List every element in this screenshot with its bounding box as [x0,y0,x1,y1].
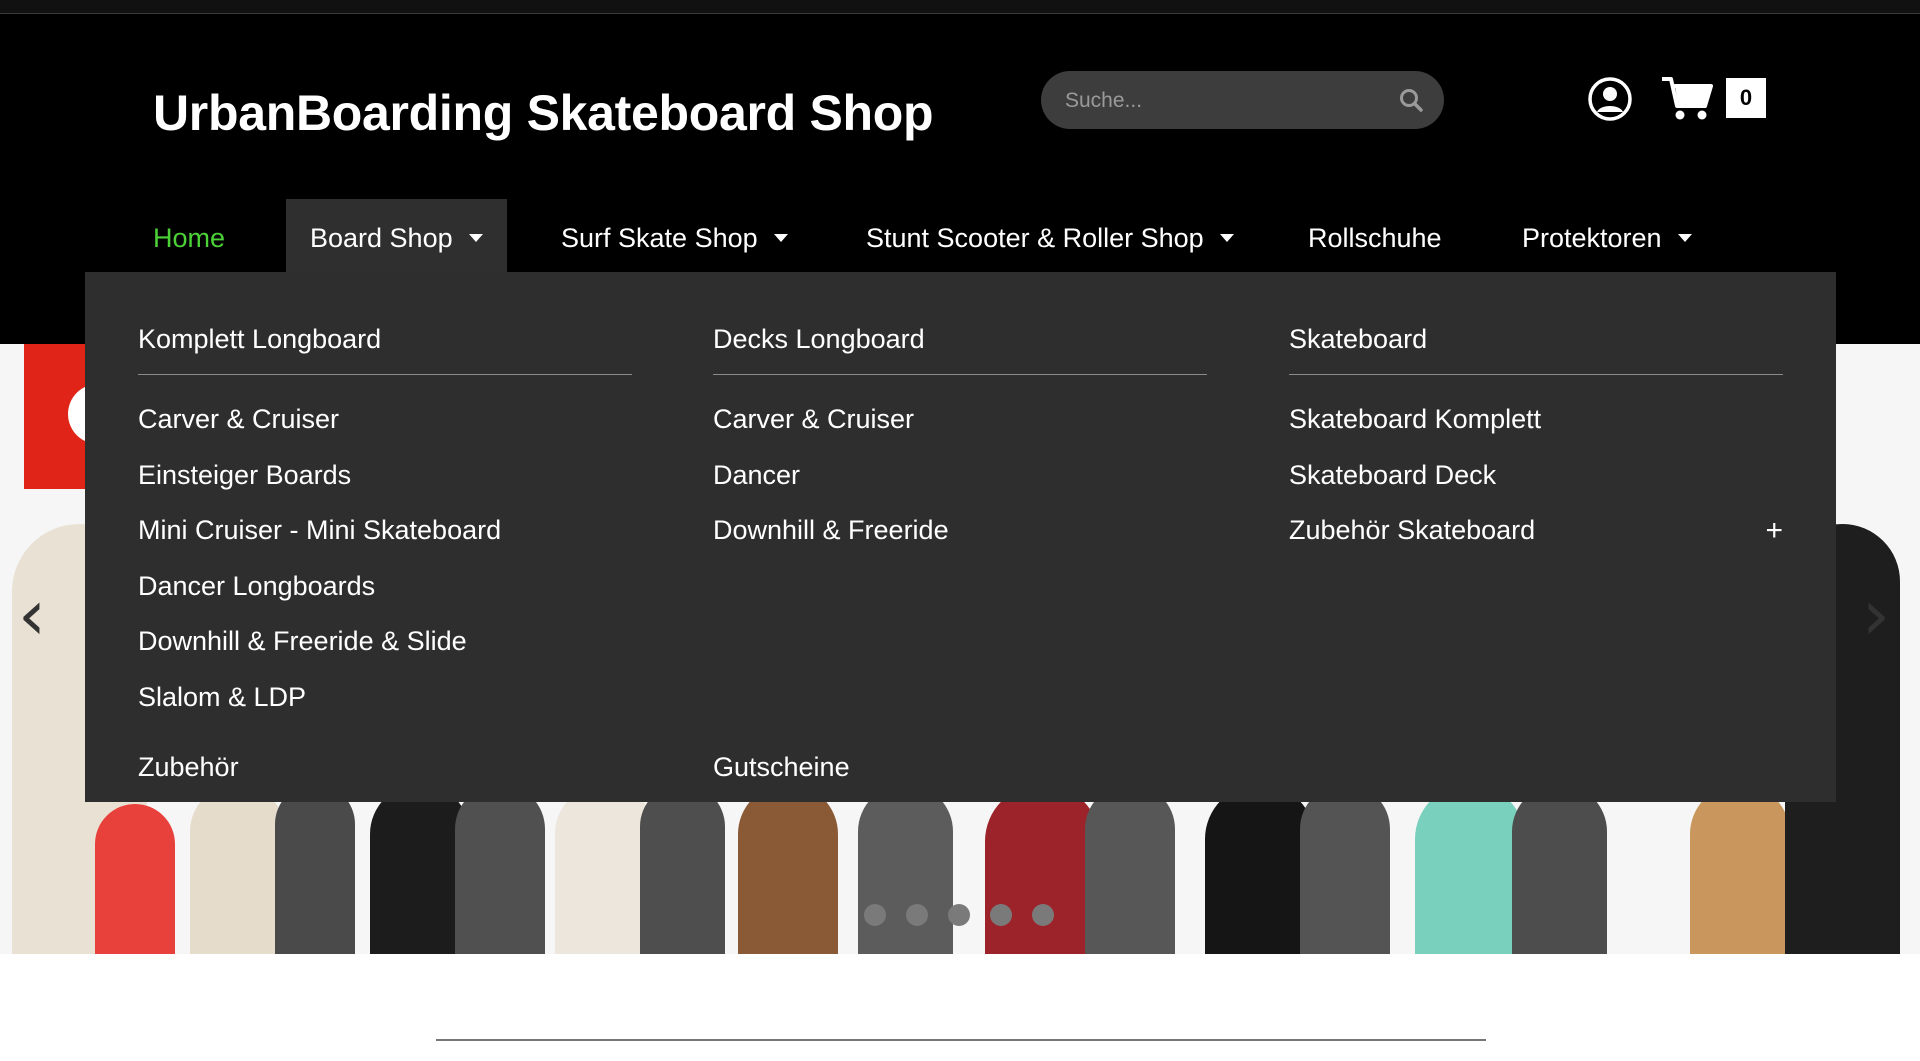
divider [713,374,1207,375]
nav-protektoren-label: Protektoren [1522,223,1662,253]
slider-dot[interactable] [864,904,886,926]
product-image [190,784,285,954]
menu-item[interactable]: Skateboard Komplett [1289,392,1783,448]
product-image [1300,784,1390,954]
product-image [275,784,355,954]
slider-dot[interactable] [990,904,1012,926]
search-icon[interactable] [1398,87,1424,113]
brand-logo-image [24,344,128,489]
search-input[interactable] [1063,71,1387,131]
chevron-down-icon [1677,233,1692,242]
nav-board-shop-label: Board Shop [310,223,453,253]
chevron-right-icon[interactable]: › [1862,574,1890,656]
menu-item-gutscheine[interactable]: Gutscheine [713,752,850,783]
section-divider [436,1039,1486,1041]
slider-dots [864,904,1074,931]
cart-icon[interactable] [1660,74,1714,122]
chevron-left-icon[interactable]: ‹ [18,574,46,656]
product-image [640,784,725,954]
cart-count-badge[interactable]: 0 [1726,78,1766,118]
chevron-down-icon [773,233,788,242]
menu-item-zubehoer-skateboard[interactable]: Zubehör Skateboard + [1289,503,1783,559]
chevron-down-icon [468,233,483,242]
nav-board-shop[interactable]: Board Shop [286,199,507,277]
nav-stunt-scooter-label: Stunt Scooter & Roller Shop [866,223,1204,253]
menu-column-title[interactable]: Komplett Longboard [138,324,381,355]
menu-item[interactable]: Dancer Longboards [138,559,632,615]
top-bar [0,0,1920,14]
nav-rollschuhe[interactable]: Rollschuhe [1308,199,1442,277]
nav-home-label: Home [153,223,226,253]
divider [1289,374,1783,375]
menu-item[interactable]: Dancer [713,448,1207,504]
product-image [738,784,838,954]
menu-item[interactable]: Skateboard Deck [1289,448,1783,504]
nav-home[interactable]: Home [153,199,225,277]
slider-dot[interactable] [948,904,970,926]
product-image [1690,784,1790,954]
user-account-icon[interactable] [1587,76,1633,122]
product-image [1415,784,1525,954]
expand-plus-icon[interactable]: + [1765,503,1783,559]
product-image [1205,784,1315,954]
menu-item[interactable]: Slalom & LDP [138,670,632,726]
menu-item[interactable]: Downhill & Freeride & Slide [138,614,632,670]
nav-stunt-scooter-roller-shop[interactable]: Stunt Scooter & Roller Shop [866,199,1234,277]
menu-item[interactable]: Carver & Cruiser [713,392,1207,448]
chevron-down-icon [1219,233,1234,242]
nav-rollschuhe-label: Rollschuhe [1308,223,1442,253]
nav-protektoren[interactable]: Protektoren [1522,199,1692,277]
board-shop-mega-menu: Komplett Longboard Carver & Cruiser Eins… [85,272,1836,802]
nav-surf-skate-shop-label: Surf Skate Shop [561,223,758,253]
menu-item-zubehoer[interactable]: Zubehör [138,752,239,783]
menu-item-label: Zubehör Skateboard [1289,515,1536,545]
menu-item[interactable]: Einsteiger Boards [138,448,632,504]
menu-column-title[interactable]: Decks Longboard [713,324,925,355]
divider [138,374,632,375]
product-image [1085,784,1175,954]
menu-item[interactable]: Downhill & Freeride [713,503,1207,559]
slider-dot[interactable] [1032,904,1054,926]
product-image [455,784,545,954]
product-image [1512,784,1607,954]
menu-item[interactable]: Mini Cruiser - Mini Skateboard [138,503,632,559]
product-image [95,804,175,954]
nav-surf-skate-shop[interactable]: Surf Skate Shop [561,199,788,277]
slider-dot[interactable] [906,904,928,926]
menu-column-title[interactable]: Skateboard [1289,324,1427,355]
search-bar[interactable] [1041,71,1444,131]
site-title[interactable]: UrbanBoarding Skateboard Shop [153,84,934,142]
menu-item[interactable]: Carver & Cruiser [138,392,632,448]
